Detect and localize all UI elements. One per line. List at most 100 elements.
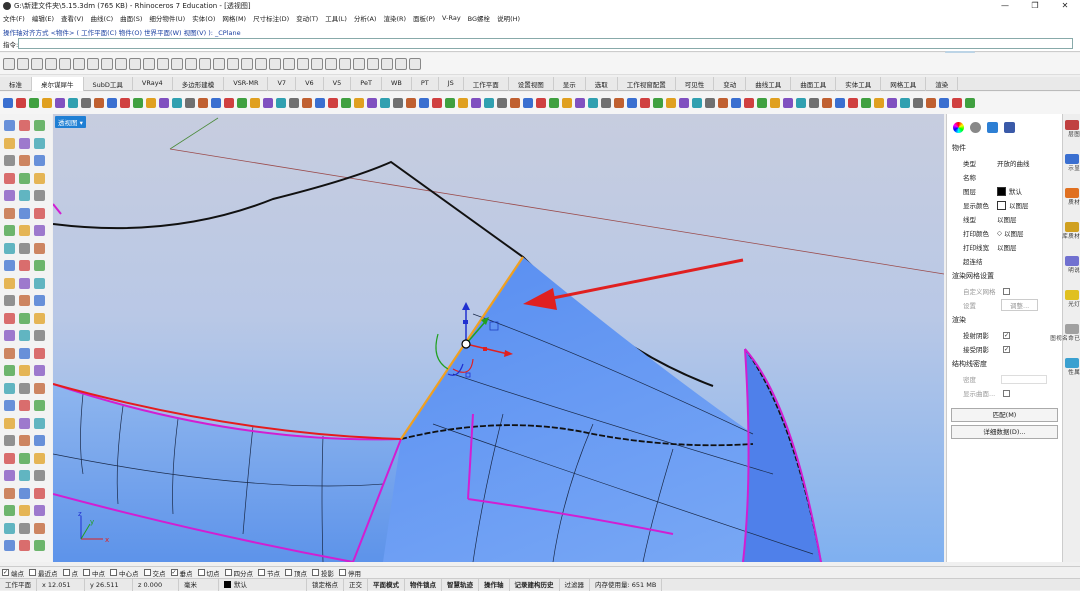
curve-icon[interactable]	[970, 121, 981, 133]
osnap-8[interactable]: 四分点	[224, 568, 253, 578]
tab-20[interactable]: 曲线工具	[746, 77, 792, 91]
left-tool-icon[interactable]	[34, 190, 45, 201]
left-tool-icon[interactable]	[4, 470, 15, 481]
tool-icon[interactable]	[588, 98, 598, 108]
tool-icon[interactable]	[315, 98, 325, 108]
left-tool-icon[interactable]	[19, 172, 30, 184]
left-tool-icon[interactable]	[4, 260, 15, 271]
standard-tool-icon[interactable]	[157, 57, 169, 70]
left-tool-icon[interactable]	[4, 295, 15, 306]
standard-tool-icon[interactable]	[255, 57, 267, 70]
left-tool-icon[interactable]	[4, 312, 15, 324]
standard-tool-icon[interactable]	[3, 57, 15, 70]
viewport-title[interactable]: 透视图 ▾	[55, 116, 86, 128]
left-tool-icon[interactable]	[4, 400, 15, 411]
left-tool-icon[interactable]	[19, 470, 30, 481]
tab-5[interactable]: VSR-MR	[224, 77, 269, 91]
tab-17[interactable]: 工作视窗配置	[618, 77, 676, 91]
tool-icon[interactable]	[640, 98, 650, 108]
density-input[interactable]	[1001, 374, 1047, 384]
tool-icon[interactable]	[354, 98, 364, 108]
standard-tool-icon[interactable]	[199, 57, 211, 70]
tab-7[interactable]: V6	[296, 77, 324, 91]
menu-item-0[interactable]: 文件(F)	[3, 13, 25, 23]
osnap-checkbox[interactable]	[197, 569, 205, 576]
left-tool-icon[interactable]	[4, 417, 15, 429]
osnap-10[interactable]: 顶点	[285, 568, 307, 578]
left-tool-icon[interactable]	[19, 225, 30, 236]
status-toggle-6[interactable]: 记录建构历史	[510, 578, 560, 591]
tool-icon[interactable]	[263, 98, 273, 108]
menu-item-7[interactable]: 网格(M)	[222, 13, 246, 23]
osnap-7[interactable]: 切点	[197, 568, 220, 578]
standard-tool-icon[interactable]	[367, 57, 379, 70]
side-tab-1[interactable]: 显示	[1065, 154, 1079, 171]
left-tool-icon[interactable]	[19, 347, 30, 359]
standard-tool-icon[interactable]	[17, 57, 29, 70]
left-tool-icon[interactable]	[34, 400, 45, 411]
tool-icon[interactable]	[549, 98, 559, 108]
tool-icon[interactable]	[302, 98, 312, 108]
receive-shadows-checkbox[interactable]: ✓	[1003, 345, 1010, 353]
status-toggle-5[interactable]: 操作轴	[479, 578, 510, 591]
tool-icon[interactable]	[770, 98, 780, 108]
left-tool-icon[interactable]	[19, 435, 30, 446]
color-wheel-icon[interactable]	[953, 121, 964, 133]
osnap-12[interactable]: 停用	[339, 568, 361, 578]
left-tool-icon[interactable]	[19, 120, 30, 131]
osnap-checkbox[interactable]	[312, 569, 319, 576]
standard-tool-icon[interactable]	[227, 57, 239, 70]
tool-icon[interactable]	[536, 98, 546, 108]
tool-icon[interactable]	[627, 98, 637, 108]
left-tool-icon[interactable]	[34, 435, 45, 446]
osnap-checkbox[interactable]	[110, 569, 117, 576]
left-tool-icon[interactable]	[34, 417, 45, 429]
standard-tool-icon[interactable]	[59, 57, 71, 70]
tool-icon[interactable]	[341, 98, 351, 108]
left-tool-icon[interactable]	[4, 225, 15, 236]
tool-icon[interactable]	[744, 98, 754, 108]
osnap-checkbox[interactable]	[224, 569, 232, 576]
osnap-4[interactable]: 中心点	[110, 568, 139, 578]
match-button[interactable]: 匹配(M)	[951, 408, 1058, 422]
osnap-5[interactable]: 交点	[143, 568, 166, 578]
menu-item-8[interactable]: 尺寸标注(D)	[253, 13, 289, 23]
menu-item-13[interactable]: 面板(P)	[413, 13, 435, 23]
cast-shadows-checkbox[interactable]: ✓	[1003, 331, 1010, 339]
left-tool-icon[interactable]	[34, 155, 45, 166]
tab-14[interactable]: 设置视图	[509, 77, 554, 91]
standard-tool-icon[interactable]	[115, 57, 127, 70]
left-tool-icon[interactable]	[34, 470, 45, 481]
tool-icon[interactable]	[523, 98, 533, 108]
menu-item-1[interactable]: 编辑(E)	[32, 13, 54, 23]
perspective-viewport[interactable]: z x y 透视图 ▾	[53, 114, 944, 562]
tool-icon[interactable]	[874, 98, 884, 108]
osnap-checkbox[interactable]: ✓	[170, 569, 178, 576]
left-tool-icon[interactable]	[4, 522, 15, 534]
standard-tool-icon[interactable]	[311, 57, 323, 70]
left-tool-icon[interactable]	[4, 365, 15, 376]
menu-item-9[interactable]: 变动(T)	[296, 13, 318, 23]
left-tool-icon[interactable]	[19, 365, 30, 376]
tool-icon[interactable]	[510, 98, 520, 108]
tool-icon[interactable]	[887, 98, 897, 108]
left-tool-icon[interactable]	[4, 435, 15, 446]
units-label[interactable]: 毫米	[179, 578, 219, 591]
command-input[interactable]	[18, 38, 1073, 49]
tool-icon[interactable]	[445, 98, 455, 108]
tab-9[interactable]: PeT	[351, 77, 382, 91]
cube-icon[interactable]	[1004, 121, 1015, 133]
left-tool-icon[interactable]	[34, 347, 45, 359]
tool-icon[interactable]	[211, 98, 221, 108]
menu-item-6[interactable]: 实体(O)	[192, 13, 215, 23]
tool-icon[interactable]	[16, 98, 26, 108]
left-tool-icon[interactable]	[19, 487, 30, 499]
left-tool-icon[interactable]	[19, 417, 30, 429]
standard-tool-icon[interactable]	[269, 57, 281, 70]
tool-icon[interactable]	[900, 98, 910, 108]
left-tool-icon[interactable]	[4, 242, 15, 254]
left-tool-icon[interactable]	[34, 172, 45, 184]
tool-icon[interactable]	[679, 98, 689, 108]
left-tool-icon[interactable]	[34, 540, 45, 551]
standard-tool-icon[interactable]	[73, 57, 85, 70]
